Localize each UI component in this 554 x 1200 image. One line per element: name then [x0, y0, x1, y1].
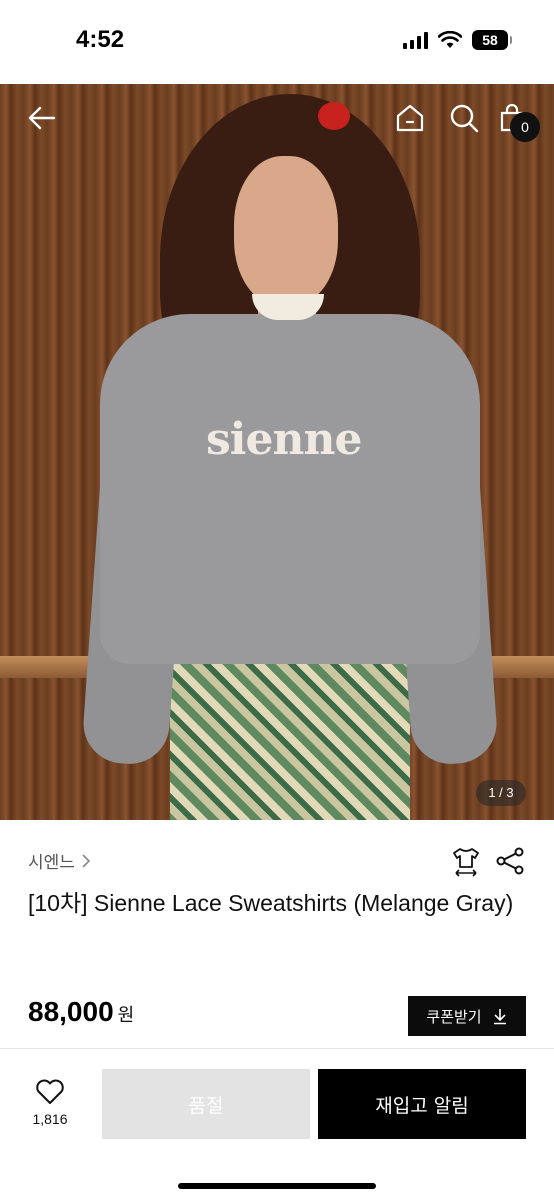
- product-image[interactable]: sienne: [0, 84, 554, 820]
- share-icon: [496, 847, 524, 875]
- status-bar: 4:52 58: [0, 0, 554, 84]
- back-arrow-icon: [28, 106, 56, 130]
- cart-count-badge[interactable]: 0: [510, 112, 540, 142]
- model-face: [234, 156, 338, 306]
- brand-name: 시엔느: [28, 853, 75, 872]
- share-button[interactable]: [494, 845, 526, 877]
- coupon-label: 쿠폰받기: [426, 1007, 482, 1026]
- like-button[interactable]: 1,816: [20, 1079, 80, 1127]
- wifi-icon: [438, 31, 462, 48]
- brand-link[interactable]: 시엔느: [28, 848, 91, 873]
- search-icon: [450, 104, 479, 133]
- price-value: 88,000: [28, 996, 114, 1027]
- plaid-skirt: [170, 654, 410, 820]
- coupon-button[interactable]: 쿠폰받기: [408, 996, 526, 1036]
- cellular-signal-icon: [403, 31, 428, 49]
- status-time: 4:52: [76, 26, 125, 53]
- hair-clip: [318, 102, 350, 130]
- sweater-body: [100, 314, 480, 664]
- like-count: 1,816: [32, 1111, 68, 1127]
- restock-alert-button[interactable]: 재입고 알림: [318, 1069, 526, 1139]
- home-indicator: [178, 1183, 376, 1189]
- heart-icon: [36, 1079, 64, 1104]
- product-title: [10차] Sienne Lace Sweatshirts (Melange G…: [28, 890, 514, 916]
- bottom-action-bar: 1,816 품절 재입고 알림: [0, 1048, 554, 1200]
- image-counter: 1 / 3: [476, 780, 526, 806]
- download-icon: [493, 1009, 506, 1025]
- chevron-right-icon: [82, 853, 91, 868]
- soldout-button[interactable]: 품절: [102, 1069, 310, 1139]
- size-guide-button[interactable]: [450, 845, 482, 877]
- back-button[interactable]: [24, 100, 60, 136]
- home-icon: [396, 104, 424, 132]
- battery-indicator: 58: [472, 30, 512, 50]
- sweater-logo-text: sienne: [206, 414, 362, 465]
- home-button[interactable]: [392, 100, 428, 136]
- price-currency: 원: [117, 1005, 135, 1026]
- search-button[interactable]: [446, 100, 482, 136]
- shirt-size-icon: [453, 848, 479, 877]
- status-icons: 58: [403, 30, 512, 50]
- price-row: 88,000 원: [28, 996, 134, 1028]
